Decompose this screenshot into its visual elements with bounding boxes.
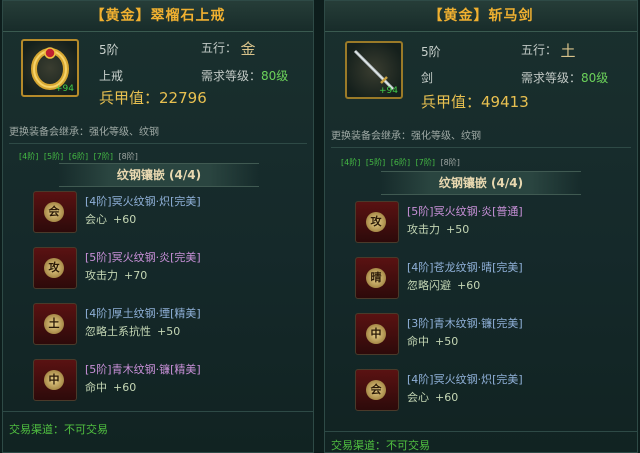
armor-value: 49413 <box>481 93 529 111</box>
armor-label: 兵甲值： <box>421 93 482 111</box>
grade-label: [6阶] <box>68 152 89 161</box>
item-title: 【黄金】斩马剑 <box>325 1 637 32</box>
grade-label: [4阶] <box>341 158 361 167</box>
required-level-label: 需求等级： <box>201 69 262 83</box>
socket-slot[interactable]: 攻 [5阶]冥火纹钢·炎[普通] 攻击力 +50 <box>355 197 605 247</box>
gem-stat: 会心 +60 <box>407 391 459 404</box>
inherit-note: 更换装备会继承：强化等级、纹钢 <box>9 127 159 138</box>
grade-label: [8阶] <box>440 158 460 167</box>
gem-name: [5阶]冥火纹钢·炎[普通] <box>407 205 523 218</box>
grade-label: [5阶] <box>43 152 64 161</box>
slot-label: 剑 <box>421 71 434 85</box>
tier-label: 5阶 <box>99 43 119 57</box>
grade-label: [5阶] <box>365 158 386 167</box>
element-label: 五行： <box>521 43 558 57</box>
gem-stat: 会心 +60 <box>85 213 137 226</box>
required-level-row: 需求等级：80级 <box>201 67 288 84</box>
grade-legend: [4阶] [5阶] [6阶] [7阶] [8阶] <box>19 151 141 162</box>
divider <box>9 143 307 144</box>
gem-stat: 攻击力 +50 <box>407 223 470 236</box>
grade-legend: [4阶] [5阶] [6阶] [7阶] [8阶] <box>341 157 463 168</box>
socket-slot[interactable]: 土 [4阶]厚土纹钢·堙[精美] 忽略土系抗性 +50 <box>33 299 283 349</box>
gem-stat: 攻击力 +70 <box>85 269 148 282</box>
trade-channel: 交易渠道：不可交易 <box>9 423 108 436</box>
gem-name: [4阶]苍龙纹钢·晴[完美] <box>407 261 523 274</box>
tier-label: 5阶 <box>421 45 441 59</box>
required-level-value: 80级 <box>261 69 289 83</box>
gem-icon: 会 <box>33 191 77 233</box>
armor-value: 22796 <box>159 89 207 107</box>
grade-label: [7阶] <box>415 158 436 167</box>
sword-icon[interactable]: +94 <box>345 41 403 99</box>
ring-icon[interactable]: +94 <box>21 39 79 97</box>
element-glyph: 金 <box>240 39 256 58</box>
divider <box>3 411 313 412</box>
gem-icon: 中 <box>355 313 399 355</box>
socket-header: 纹钢镶嵌 (4/4) <box>59 163 259 187</box>
socket-header: 纹钢镶嵌 (4/4) <box>381 171 581 195</box>
gem-name: [4阶]厚土纹钢·堙[精美] <box>85 307 201 320</box>
element-glyph: 土 <box>560 41 576 60</box>
item-tooltip-left: 【黄金】翠榴石上戒 +94 5阶 上戒 五行：金 需求等级：80级 兵甲值：22… <box>2 0 314 453</box>
gem-icon: 土 <box>33 303 77 345</box>
item-title: 【黄金】翠榴石上戒 <box>3 1 313 32</box>
gem-icon: 中 <box>33 359 77 401</box>
armor-value-row: 兵甲值：22796 <box>99 87 207 108</box>
armor-value-row: 兵甲值：49413 <box>421 91 529 112</box>
grade-label: [6阶] <box>390 158 411 167</box>
divider <box>325 431 637 432</box>
gem-name: [3阶]青木纹钢·镰[完美] <box>407 317 523 330</box>
gem-stat: 忽略闪避 +60 <box>407 279 481 292</box>
gem-icon: 攻 <box>355 201 399 243</box>
socket-slot[interactable]: 会 [4阶]冥火纹钢·炽[完美] 会心 +60 <box>355 365 605 415</box>
required-level-row: 需求等级：80级 <box>521 69 608 86</box>
gem-stat: 命中 +60 <box>85 381 137 394</box>
trade-channel: 交易渠道：不可交易 <box>331 439 430 452</box>
grade-label: [8阶] <box>118 152 138 161</box>
element-label: 五行： <box>201 41 238 55</box>
level-badge: +94 <box>379 86 398 96</box>
level-badge: +94 <box>55 84 74 94</box>
item-tooltip-right: 【黄金】斩马剑 +94 5阶 剑 五行：土 需求等级：80级 兵甲值：49413… <box>324 0 638 453</box>
required-level-label: 需求等级： <box>521 71 582 85</box>
gem-name: [4阶]冥火纹钢·炽[完美] <box>407 373 523 386</box>
slot-label: 上戒 <box>99 69 124 83</box>
element-row: 五行：金 <box>201 39 259 58</box>
socket-slot[interactable]: 晴 [4阶]苍龙纹钢·晴[完美] 忽略闪避 +60 <box>355 253 605 303</box>
grade-label: [4阶] <box>19 152 39 161</box>
armor-label: 兵甲值： <box>99 89 160 107</box>
required-level-value: 80级 <box>581 71 609 85</box>
gem-stat: 命中 +50 <box>407 335 459 348</box>
gem-stat: 忽略土系抗性 +50 <box>85 325 181 338</box>
element-row: 五行：土 <box>521 41 579 60</box>
gem-icon: 会 <box>355 369 399 411</box>
gem-name: [5阶]冥火纹钢·炎[完美] <box>85 251 201 264</box>
gem-icon: 晴 <box>355 257 399 299</box>
divider <box>331 147 631 148</box>
gem-name: [5阶]青木纹钢·镰[精美] <box>85 363 201 376</box>
gem-name: [4阶]冥火纹钢·炽[完美] <box>85 195 201 208</box>
socket-slot[interactable]: 攻 [5阶]冥火纹钢·炎[完美] 攻击力 +70 <box>33 243 283 293</box>
inherit-note: 更换装备会继承：强化等级、纹钢 <box>331 131 481 142</box>
socket-slot[interactable]: 中 [3阶]青木纹钢·镰[完美] 命中 +50 <box>355 309 605 359</box>
socket-slot[interactable]: 会 [4阶]冥火纹钢·炽[完美] 会心 +60 <box>33 187 283 237</box>
gem-icon: 攻 <box>33 247 77 289</box>
socket-slot[interactable]: 中 [5阶]青木纹钢·镰[精美] 命中 +60 <box>33 355 283 405</box>
grade-label: [7阶] <box>93 152 114 161</box>
